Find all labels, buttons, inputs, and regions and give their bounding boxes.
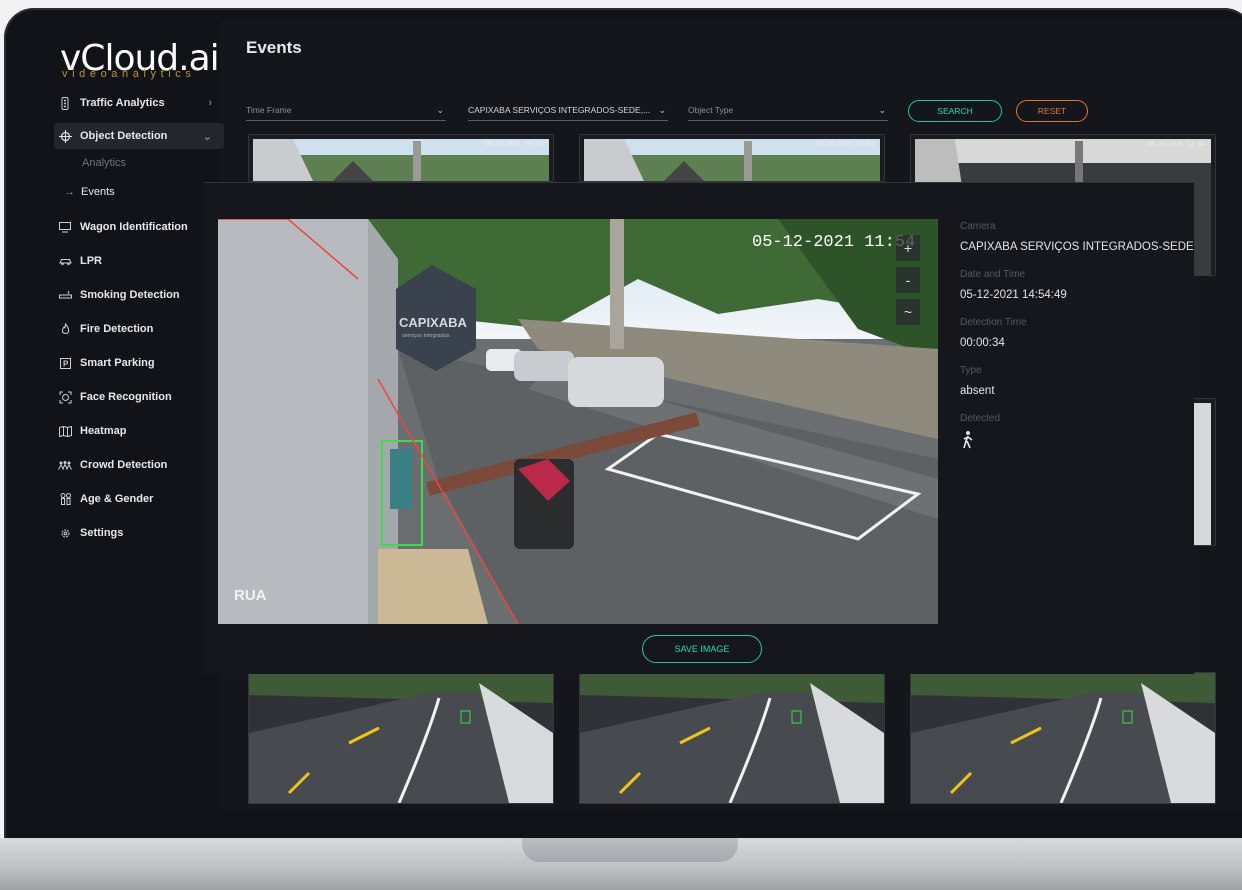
- car-icon: [58, 254, 72, 268]
- laptop-notch: [522, 838, 738, 862]
- camera-select[interactable]: CAPIXABA SERVIÇOS INTEGRADOS-SEDE,... ⌄: [468, 100, 668, 121]
- crosshair-icon: [58, 129, 72, 143]
- traffic-light-icon: [58, 96, 72, 110]
- type-label: Type: [960, 365, 982, 376]
- sidebar-item-label: Wagon Identification: [80, 221, 188, 233]
- sidebar-item-label: LPR: [80, 255, 102, 267]
- sidebar-item-smart-parking[interactable]: P Smart Parking ›: [54, 350, 224, 376]
- reset-button[interactable]: RESET: [1016, 100, 1088, 122]
- object-type-placeholder: Object Type: [688, 105, 734, 115]
- camera-timestamp: 05-12-2021 11:54: [752, 233, 916, 252]
- camera-snapshot: [911, 673, 1215, 803]
- page-title: Events: [246, 38, 302, 57]
- sidebar-item-smoking-detection[interactable]: Smoking Detection ›: [54, 282, 224, 308]
- sidebar: vCloud.ai videoanalytics Traffic Analyti…: [34, 20, 224, 810]
- camera-label: Camera: [960, 221, 996, 232]
- event-thumbnail[interactable]: 05-12-2021 11:54: [579, 134, 885, 182]
- search-button[interactable]: SEARCH: [908, 100, 1002, 122]
- app-logo-subtitle: videoanalytics: [62, 68, 196, 80]
- face-icon: [58, 390, 72, 404]
- sidebar-subitem-analytics[interactable]: Analytics: [82, 157, 126, 169]
- sidebar-item-label: Fire Detection: [80, 323, 154, 335]
- arrow-right-icon: →: [64, 186, 75, 198]
- sidebar-subitem-label: Events: [81, 186, 115, 198]
- cigarette-icon: [58, 288, 72, 302]
- camera-snapshot: [580, 673, 884, 803]
- crowd-icon: [58, 458, 72, 472]
- person-walking-icon: [962, 431, 974, 454]
- chevron-down-icon: ⌄: [202, 130, 212, 143]
- sidebar-item-wagon-identification[interactable]: Wagon Identification ›: [54, 214, 224, 240]
- sidebar-item-face-recognition[interactable]: Face Recognition ›: [54, 384, 224, 410]
- sidebar-item-label: Age & Gender: [80, 493, 154, 505]
- camera-street-label: RUA: [234, 587, 267, 604]
- date-time-label: Date and Time: [960, 269, 1026, 280]
- thumbnail-timestamp: 05-12-2021 11:54: [1147, 141, 1205, 148]
- sidebar-item-heatmap[interactable]: Heatmap ›: [54, 418, 224, 444]
- gear-icon: [58, 526, 72, 540]
- sign-subtext: serviços integrados: [402, 333, 450, 339]
- time-frame-select[interactable]: Time Frame ⌄: [246, 100, 446, 121]
- event-thumbnail[interactable]: 05-12-2021 10:13: [248, 134, 554, 182]
- event-thumbnail[interactable]: [910, 672, 1216, 804]
- sidebar-item-object-detection[interactable]: Object Detection ⌄: [54, 123, 224, 149]
- date-time-value: 05-12-2021 14:54:49: [960, 289, 1067, 301]
- sidebar-item-label: Face Recognition: [80, 391, 172, 403]
- detection-time-value: 00:00:34: [960, 337, 1005, 349]
- time-frame-placeholder: Time Frame: [246, 105, 292, 115]
- zoom-in-button[interactable]: +: [896, 235, 920, 261]
- chevron-right-icon: ›: [208, 97, 212, 109]
- map-icon: [58, 424, 72, 438]
- svg-text:P: P: [63, 359, 69, 368]
- sidebar-item-settings[interactable]: Settings ›: [54, 520, 224, 546]
- object-type-select[interactable]: Object Type ⌄: [688, 100, 888, 121]
- zoom-out-button[interactable]: -: [896, 267, 920, 293]
- sidebar-item-traffic-analytics[interactable]: Traffic Analytics ›: [54, 90, 224, 116]
- event-detail-modal: CAPIXABA serviços integrados 05-12-2021 …: [204, 182, 1194, 674]
- people-icon: [58, 492, 72, 506]
- chevron-down-icon: ⌄: [878, 104, 886, 115]
- flame-icon: [58, 322, 72, 336]
- event-camera-image: CAPIXABA serviços integrados 05-12-2021 …: [218, 219, 938, 624]
- sidebar-item-lpr[interactable]: LPR ›: [54, 248, 224, 274]
- camera-value: CAPIXABA SERVIÇOS INTEGRADOS-SEDE: [960, 241, 1194, 253]
- sidebar-item-label: Traffic Analytics: [80, 97, 165, 109]
- app-screen: vCloud.ai videoanalytics Traffic Analyti…: [34, 20, 1242, 810]
- detected-label: Detected: [960, 413, 1001, 424]
- monitor-icon: [58, 220, 72, 234]
- event-thumbnail[interactable]: [248, 672, 554, 804]
- detection-time-label: Detection Time: [960, 317, 1027, 328]
- sidebar-item-age-gender[interactable]: Age & Gender ›: [54, 486, 224, 512]
- camera-snapshot: [249, 673, 553, 803]
- chevron-down-icon: ⌄: [658, 104, 666, 115]
- camera-scene: CAPIXABA serviços integrados: [218, 219, 938, 624]
- type-value: absent: [960, 385, 995, 397]
- sidebar-item-fire-detection[interactable]: Fire Detection ›: [54, 316, 224, 342]
- thumbnail-timestamp: 05-12-2021 10:13: [485, 141, 543, 148]
- sidebar-item-label: Smart Parking: [80, 357, 155, 369]
- sign-text: CAPIXABA: [399, 315, 468, 330]
- sidebar-item-label: Heatmap: [80, 425, 127, 437]
- camera-select-value: CAPIXABA SERVIÇOS INTEGRADOS-SEDE,...: [468, 105, 651, 115]
- sidebar-subitem-events[interactable]: → Events: [64, 186, 115, 198]
- sidebar-item-label: Smoking Detection: [80, 289, 180, 301]
- event-thumbnail[interactable]: [579, 672, 885, 804]
- sidebar-item-label: Settings: [80, 527, 124, 539]
- thumbnail-timestamp: 05-12-2021 11:54: [816, 141, 874, 148]
- parking-icon: P: [58, 356, 72, 370]
- sidebar-item-crowd-detection[interactable]: Crowd Detection ›: [54, 452, 224, 478]
- zoom-reset-button[interactable]: ~: [896, 299, 920, 325]
- sidebar-item-label: Object Detection: [80, 130, 168, 142]
- save-image-button[interactable]: SAVE IMAGE: [642, 635, 762, 663]
- sidebar-item-label: Crowd Detection: [80, 459, 168, 471]
- laptop-frame: vCloud.ai videoanalytics Traffic Analyti…: [0, 0, 1242, 890]
- chevron-down-icon: ⌄: [436, 104, 444, 115]
